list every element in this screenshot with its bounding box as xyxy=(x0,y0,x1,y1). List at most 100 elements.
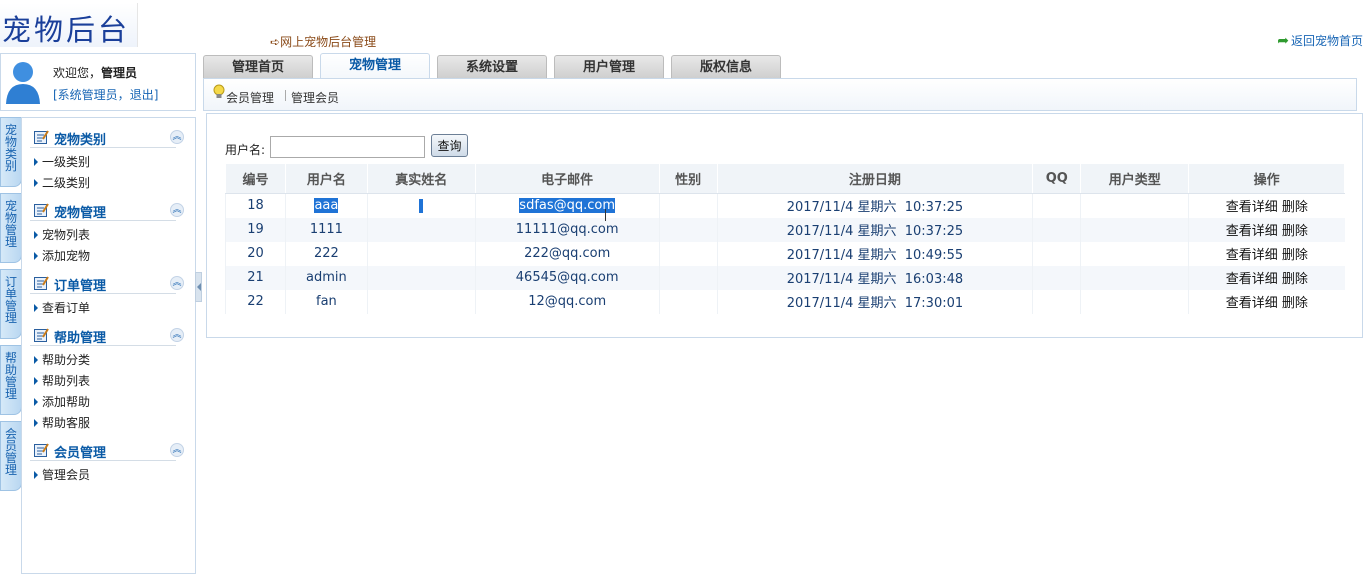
col-header-operations[interactable]: 操作 xyxy=(1188,163,1345,194)
subnav-manage-members[interactable]: 管理会员 xyxy=(291,89,339,106)
breadcrumb-text: 网上宠物后台管理 xyxy=(280,35,377,49)
tab-pet-management[interactable]: 宠物管理 xyxy=(320,53,430,79)
view-detail-link[interactable]: 查看详细 xyxy=(1226,248,1278,263)
triangle-right-icon xyxy=(34,231,38,239)
delete-link[interactable]: 删除 xyxy=(1282,296,1308,311)
role-link[interactable]: [系统管理员， xyxy=(53,88,130,102)
selected-text xyxy=(419,198,424,213)
vtab-help-management[interactable]: 帮助管理 xyxy=(0,345,22,415)
collapse-icon[interactable]: ︽ xyxy=(170,328,184,342)
logout-link[interactable]: 退出] xyxy=(130,88,159,102)
welcome-label: 欢迎您， xyxy=(53,66,102,80)
triangle-right-icon xyxy=(34,419,38,427)
sidebar-item-manage-members[interactable]: 管理会员 xyxy=(34,466,90,483)
cell-username: aaa xyxy=(284,193,368,218)
tab-user-management[interactable]: 用户管理 xyxy=(554,55,664,78)
sidebar-item-add-help[interactable]: 添加帮助 xyxy=(34,393,90,410)
cell-date: 2017/11/4 星期六 10:49:55 xyxy=(716,241,1033,266)
col-header-id[interactable]: 编号 xyxy=(225,163,286,194)
view-detail-link[interactable]: 查看详细 xyxy=(1226,224,1278,239)
sidebar-item-level2-category[interactable]: 二级类别 xyxy=(34,174,90,191)
col-header-realname[interactable]: 真实姓名 xyxy=(366,163,476,194)
cell-realname xyxy=(366,241,476,266)
collapse-icon[interactable]: ︽ xyxy=(170,203,184,217)
cell-id: 21 xyxy=(225,265,286,290)
col-header-username[interactable]: 用户名 xyxy=(284,163,368,194)
delete-link[interactable]: 删除 xyxy=(1282,248,1308,263)
menu-label: 一级类别 xyxy=(42,155,91,169)
cell-operations: 查看详细 删除 xyxy=(1188,217,1345,242)
sidebar: 宠物类别 ︽ 一级类别 二级类别 宠物管理 ︽ 宠物列表 添加宠物 订单管理 ︽… xyxy=(21,117,196,574)
sidebar-collapse-handle[interactable] xyxy=(195,272,202,302)
sidebar-item-view-orders[interactable]: 查看订单 xyxy=(34,299,90,316)
text-cursor-icon xyxy=(605,209,607,221)
vtab-label: 帮助管理 xyxy=(5,351,18,401)
vtab-pet-management[interactable]: 宠物管理 xyxy=(0,193,22,263)
selected-text: sdfas@qq.com xyxy=(519,198,616,214)
back-home-link[interactable]: ➦ 返回宠物首页 xyxy=(1277,32,1363,49)
collapse-icon[interactable]: ︽ xyxy=(170,276,184,290)
sidebar-item-level1-category[interactable]: 一级类别 xyxy=(34,153,90,170)
sidebar-section-member-management[interactable]: 会员管理 ︽ xyxy=(30,439,184,461)
sidebar-item-help-category[interactable]: 帮助分类 xyxy=(34,351,90,368)
delete-link[interactable]: 删除 xyxy=(1282,224,1308,239)
view-detail-link[interactable]: 查看详细 xyxy=(1226,272,1278,287)
triangle-right-icon xyxy=(34,398,38,406)
delete-link[interactable]: 删除 xyxy=(1282,200,1308,215)
vtab-pet-category[interactable]: 宠物类别 xyxy=(0,117,22,187)
subnav-member-management[interactable]: 会员管理 xyxy=(226,89,274,106)
cell-date: 2017/11/4 星期六 16:03:48 xyxy=(716,265,1033,290)
sidebar-section-pet-management[interactable]: 宠物管理 ︽ xyxy=(30,199,184,221)
triangle-right-icon xyxy=(34,304,38,312)
menu-label: 查看订单 xyxy=(42,301,91,315)
sidebar-section-help-management[interactable]: 帮助管理 ︽ xyxy=(30,324,184,346)
col-header-qq[interactable]: QQ xyxy=(1032,163,1082,194)
cell-operations: 查看详细 删除 xyxy=(1188,289,1345,314)
forward-arrow-icon: ➦ xyxy=(1277,33,1289,49)
cell-date: 2017/11/4 星期六 10:37:25 xyxy=(716,217,1033,242)
table-row: 22 fan 12@qq.com 2017/11/4 星期六 17:30:01 … xyxy=(225,289,1345,314)
sidebar-section-order-management[interactable]: 订单管理 ︽ xyxy=(30,272,184,294)
user-name: 管理员 xyxy=(101,66,138,80)
menu-label: 添加帮助 xyxy=(42,395,91,409)
search-label: 用户名: xyxy=(225,143,266,157)
sidebar-item-help-service[interactable]: 帮助客服 xyxy=(34,414,90,431)
subnav-separator xyxy=(285,90,286,101)
sidebar-section-pet-category[interactable]: 宠物类别 ︽ xyxy=(30,126,184,148)
selected-text: aaa xyxy=(314,198,339,214)
edit-note-icon xyxy=(34,276,49,290)
tab-home[interactable]: 管理首页 xyxy=(203,55,313,78)
username-search-input[interactable] xyxy=(270,136,425,158)
cell-gender xyxy=(658,217,718,242)
cell-operations: 查看详细 删除 xyxy=(1188,241,1345,266)
cell-user-type xyxy=(1080,265,1189,290)
tab-system-settings[interactable]: 系统设置 xyxy=(437,55,547,78)
col-header-email[interactable]: 电子邮件 xyxy=(474,163,660,194)
collapse-icon[interactable]: ︽ xyxy=(170,130,184,144)
menu-label: 帮助客服 xyxy=(42,416,91,430)
tab-copyright[interactable]: 版权信息 xyxy=(671,55,781,78)
view-detail-link[interactable]: 查看详细 xyxy=(1226,200,1278,215)
cell-username: 222 xyxy=(284,241,368,266)
search-button[interactable]: 查询 xyxy=(431,134,468,157)
cell-realname xyxy=(366,289,476,314)
col-header-user-type[interactable]: 用户类型 xyxy=(1080,163,1190,194)
triangle-right-icon xyxy=(34,158,38,166)
sidebar-item-add-pet[interactable]: 添加宠物 xyxy=(34,247,90,264)
vtab-member-management[interactable]: 会员管理 xyxy=(0,421,22,491)
triangle-right-icon xyxy=(34,377,38,385)
collapse-icon[interactable]: ︽ xyxy=(170,443,184,457)
view-detail-link[interactable]: 查看详细 xyxy=(1226,296,1278,311)
triangle-right-icon xyxy=(34,179,38,187)
sidebar-item-help-list[interactable]: 帮助列表 xyxy=(34,372,90,389)
section-title: 宠物管理 xyxy=(54,206,107,221)
sidebar-item-pet-list[interactable]: 宠物列表 xyxy=(34,226,90,243)
cell-date: 2017/11/4 星期六 17:30:01 xyxy=(716,289,1033,314)
col-header-gender[interactable]: 性别 xyxy=(658,163,718,194)
delete-link[interactable]: 删除 xyxy=(1282,272,1308,287)
cell-username: 1111 xyxy=(284,217,368,242)
col-header-date[interactable]: 注册日期 xyxy=(716,163,1034,194)
vtab-order-management[interactable]: 订单管理 xyxy=(0,269,22,339)
logo-text: 宠物后台 xyxy=(2,13,131,47)
table-row: 19 1111 11111@qq.com 2017/11/4 星期六 10:37… xyxy=(225,217,1345,242)
